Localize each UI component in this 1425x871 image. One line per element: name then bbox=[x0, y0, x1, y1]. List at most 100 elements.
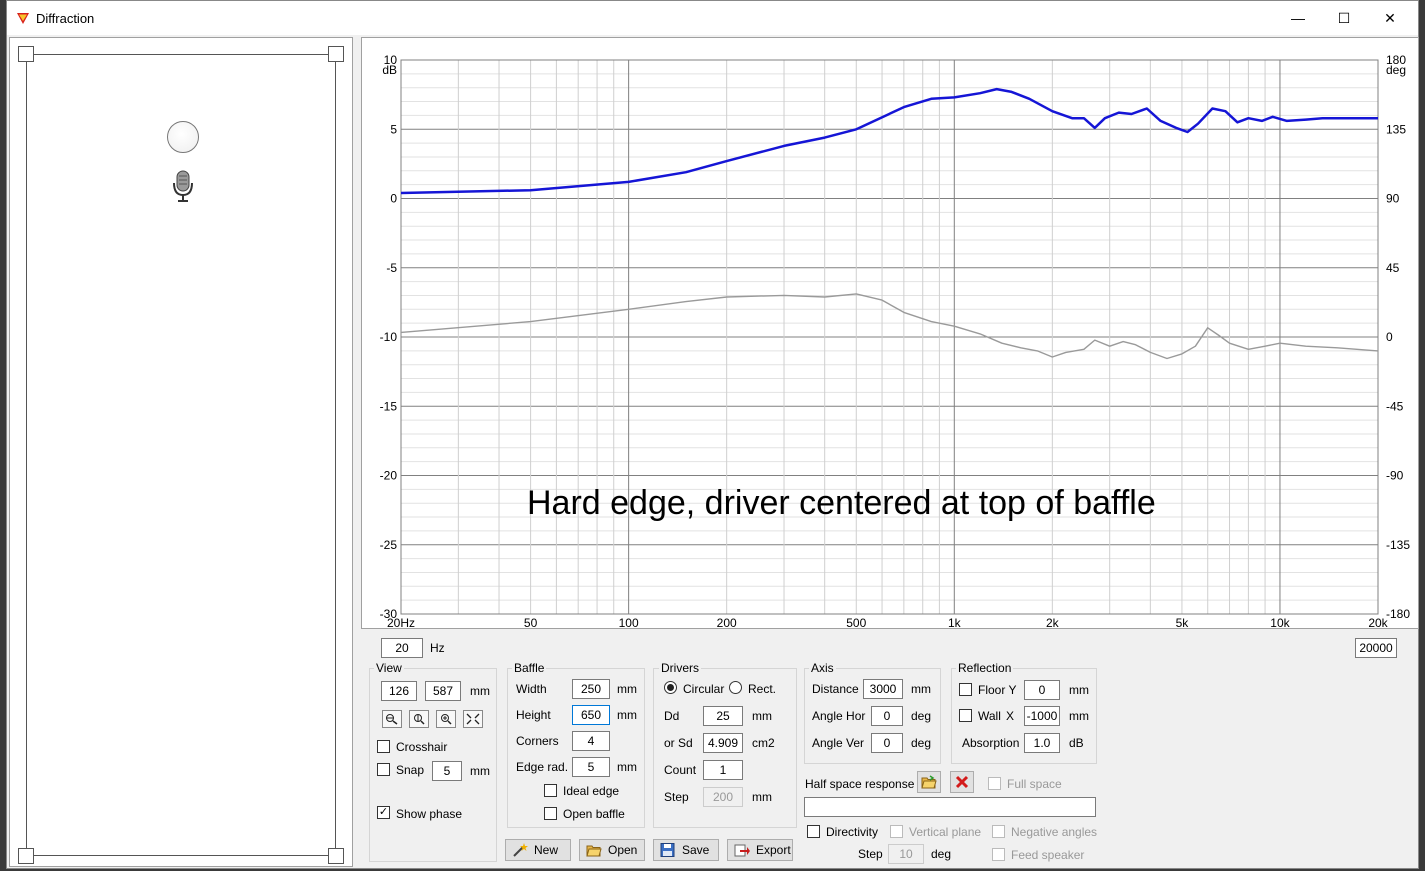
wall-field[interactable]: -1000 bbox=[1024, 706, 1060, 726]
crosshair-checkbox[interactable] bbox=[377, 740, 390, 753]
wall-checkbox[interactable] bbox=[959, 709, 972, 722]
x-tick-label: 10k bbox=[1270, 616, 1290, 630]
frequency-response-graph[interactable]: 10 5 0 -5 -10 -15 -20 -25 -30 dB 180 135 90 45 0 -45 -90… bbox=[361, 37, 1419, 630]
floor-field[interactable]: 0 bbox=[1024, 680, 1060, 700]
snap-unit: mm bbox=[470, 764, 490, 778]
wall-unit: mm bbox=[1069, 709, 1089, 723]
absorption-unit: dB bbox=[1069, 736, 1084, 750]
crosshair-label: Crosshair bbox=[396, 740, 448, 754]
resize-handle-top-left[interactable] bbox=[18, 46, 34, 62]
baffle-corners-field[interactable]: 4 bbox=[572, 731, 610, 751]
delete-icon bbox=[955, 775, 969, 789]
diffraction-window: Diffraction — ☐ ✕ 10 5 0 -5 -10 -15 -20 -25 -30 d… bbox=[6, 0, 1419, 869]
circular-radio[interactable] bbox=[664, 681, 677, 694]
y-tick-label: 0 bbox=[390, 192, 397, 206]
view-y-field[interactable]: 587 bbox=[425, 681, 461, 701]
delete-half-space-button[interactable] bbox=[950, 771, 974, 793]
show-phase-label: Show phase bbox=[396, 807, 463, 821]
y2-tick-label: -90 bbox=[1386, 469, 1404, 483]
count-field[interactable]: 1 bbox=[703, 760, 743, 780]
drivers-group-title: Drivers bbox=[659, 661, 701, 675]
rect-radio[interactable] bbox=[729, 681, 742, 694]
maximize-button[interactable]: ☐ bbox=[1321, 1, 1367, 35]
save-icon bbox=[660, 843, 675, 857]
sd-field[interactable]: 4.909 bbox=[703, 733, 743, 753]
y-tick-label: -25 bbox=[380, 538, 398, 552]
y-tick-label: -10 bbox=[380, 330, 398, 344]
resize-handle-top-right[interactable] bbox=[328, 46, 344, 62]
ideal-edge-checkbox[interactable] bbox=[544, 784, 557, 797]
directivity-step-field: 10 bbox=[888, 844, 924, 864]
open-baffle-checkbox[interactable] bbox=[544, 807, 557, 820]
freq-min-field[interactable]: 20 bbox=[381, 638, 423, 658]
half-space-label: Half space response bbox=[805, 777, 915, 791]
show-phase-checkbox[interactable]: ✓ bbox=[377, 806, 390, 819]
x-tick-label: 5k bbox=[1176, 616, 1190, 630]
full-space-label: Full space bbox=[1007, 777, 1062, 791]
dd-field[interactable]: 25 bbox=[703, 706, 743, 726]
window-title: Diffraction bbox=[36, 11, 95, 26]
rect-label: Rect. bbox=[748, 682, 777, 696]
y2-tick-label: 135 bbox=[1386, 122, 1406, 136]
zoom-x-icon bbox=[386, 714, 398, 725]
zoom-y-button[interactable] bbox=[409, 710, 429, 728]
snap-checkbox[interactable] bbox=[377, 763, 390, 776]
directivity-checkbox[interactable] bbox=[807, 825, 820, 838]
distance-field[interactable]: 3000 bbox=[863, 679, 903, 699]
half-space-path-field[interactable] bbox=[804, 797, 1096, 817]
zoom-x-button[interactable] bbox=[382, 710, 402, 728]
baffle-view[interactable] bbox=[9, 37, 353, 867]
angle-ver-label: Angle Ver bbox=[812, 736, 865, 750]
x-tick-label: 100 bbox=[619, 616, 639, 630]
save-button[interactable]: Save bbox=[653, 839, 719, 861]
open-button[interactable]: Open bbox=[579, 839, 645, 861]
y2-tick-label: -135 bbox=[1386, 538, 1410, 552]
y-tick-label: 5 bbox=[390, 122, 397, 136]
resize-handle-bottom-right[interactable] bbox=[328, 848, 344, 864]
x-tick-label: 50 bbox=[524, 616, 538, 630]
close-button[interactable]: ✕ bbox=[1367, 1, 1413, 35]
zoom-in-button[interactable] bbox=[436, 710, 456, 728]
negative-angles-checkbox bbox=[992, 825, 1005, 838]
y2-tick-label: 0 bbox=[1386, 330, 1393, 344]
snap-field[interactable]: 5 bbox=[432, 761, 462, 781]
floor-checkbox[interactable] bbox=[959, 683, 972, 696]
dd-unit: mm bbox=[752, 709, 772, 723]
zoom-fit-button[interactable] bbox=[463, 710, 483, 728]
driver-circle[interactable] bbox=[167, 121, 199, 153]
checkmark-icon: ✓ bbox=[378, 806, 389, 818]
resize-handle-bottom-left[interactable] bbox=[18, 848, 34, 864]
angle-hor-label: Angle Hor bbox=[812, 709, 866, 723]
view-x-field[interactable]: 126 bbox=[381, 681, 417, 701]
ideal-edge-label: Ideal edge bbox=[563, 784, 620, 798]
angle-ver-field[interactable]: 0 bbox=[871, 733, 903, 753]
x-tick-label: 20k bbox=[1368, 616, 1388, 630]
y2-tick-label: -45 bbox=[1386, 399, 1404, 413]
step-field: 200 bbox=[703, 787, 743, 807]
new-button[interactable]: New bbox=[505, 839, 571, 861]
minimize-button[interactable]: — bbox=[1275, 1, 1321, 35]
negative-angles-label: Negative angles bbox=[1011, 825, 1098, 839]
baffle-group-title: Baffle bbox=[512, 661, 547, 675]
absorption-label: Absorption bbox=[962, 736, 1020, 750]
baffle-edge-field[interactable]: 5 bbox=[572, 757, 610, 777]
response-chart: 1050-5-10-15-20-25-30dB18013590450-45-90… bbox=[380, 53, 1411, 630]
reflection-group-title: Reflection bbox=[956, 661, 1014, 675]
baffle-height-field[interactable]: 650 bbox=[572, 705, 610, 725]
save-label: Save bbox=[682, 843, 710, 857]
open-half-space-button[interactable] bbox=[917, 771, 941, 793]
directivity-step-label: Step bbox=[858, 847, 883, 861]
x-tick-label: 2k bbox=[1046, 616, 1060, 630]
absorption-field[interactable]: 1.0 bbox=[1024, 733, 1060, 753]
angle-hor-unit: deg bbox=[911, 709, 932, 723]
y2-axis-unit: deg bbox=[1386, 63, 1406, 77]
microphone-icon[interactable] bbox=[170, 169, 196, 203]
freq-max-field[interactable]: 20000 bbox=[1355, 638, 1397, 658]
view-unit: mm bbox=[470, 684, 490, 698]
step-label: Step bbox=[664, 790, 689, 804]
baffle-edge-unit: mm bbox=[617, 760, 637, 774]
angle-hor-field[interactable]: 0 bbox=[871, 706, 903, 726]
floor-label: Floor Y bbox=[978, 683, 1017, 697]
export-button[interactable]: Export bbox=[727, 839, 793, 861]
baffle-width-field[interactable]: 250 bbox=[572, 679, 610, 699]
